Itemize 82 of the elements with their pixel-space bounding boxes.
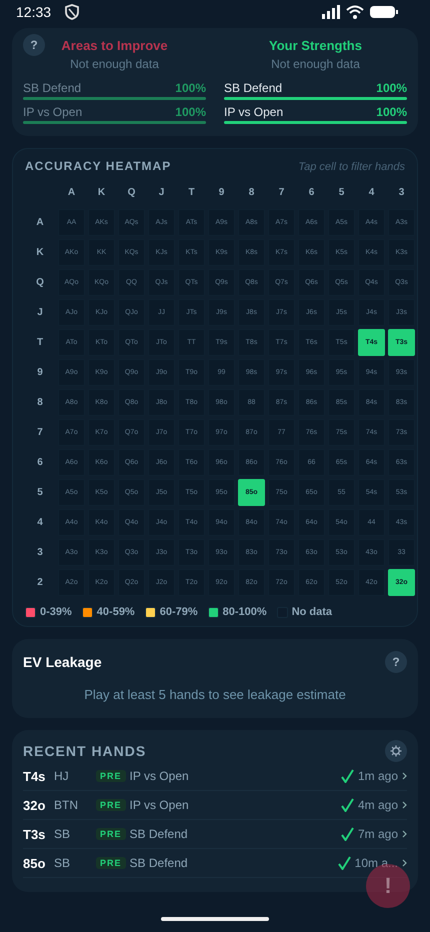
legend-label: 40-59% xyxy=(96,606,135,618)
time-label: 7m ago xyxy=(358,827,398,841)
skill-label: SB Defend xyxy=(224,81,282,95)
skill-percent: 100% xyxy=(376,105,407,119)
position-label: HJ xyxy=(54,769,70,783)
row-label: T xyxy=(36,336,44,350)
help-button[interactable]: ? xyxy=(23,34,45,56)
signal-icon xyxy=(322,5,340,19)
position-label: SB xyxy=(54,827,72,841)
hand-label: T3s xyxy=(23,826,46,842)
column-label: Q xyxy=(126,186,136,200)
help-button[interactable]: ? xyxy=(385,651,407,673)
row-label: 3 xyxy=(36,546,44,560)
skill-label: IP vs Open xyxy=(23,105,82,119)
time-label: 4m ago xyxy=(358,798,398,812)
column-label: 7 xyxy=(278,186,286,200)
spot-label: IP vs Open xyxy=(130,769,190,783)
street-tag: PRE xyxy=(96,828,126,840)
spot-label: IP vs Open xyxy=(130,798,190,812)
column-label: 6 xyxy=(308,186,316,200)
street-tag: PRE xyxy=(96,799,126,811)
chevron-icon xyxy=(402,772,407,780)
row-label: 5 xyxy=(36,486,44,500)
row-label: K xyxy=(35,246,45,260)
chevron-icon xyxy=(402,830,407,838)
hand-row[interactable]: T3s SB PRE SB Defend 7m ago xyxy=(23,820,407,849)
column-label: 3 xyxy=(398,186,406,200)
column-title: Areas to Improve xyxy=(61,38,168,53)
row-label: 2 xyxy=(36,576,44,590)
column-title: Your Strengths xyxy=(269,38,362,53)
hand-label: 85o xyxy=(23,856,46,870)
column-label: A xyxy=(66,186,76,200)
section-title: RECENT HANDS xyxy=(23,743,146,759)
battery-icon xyxy=(370,5,398,19)
legend-label: No data xyxy=(292,606,332,618)
row-label: 9 xyxy=(36,366,44,380)
skill-percent: 100% xyxy=(175,105,206,119)
skill-label: SB Defend xyxy=(23,81,82,95)
column-label: 5 xyxy=(338,186,346,200)
row-label: J xyxy=(36,306,44,320)
chevron-icon xyxy=(402,859,407,867)
spot-label: SB Defend xyxy=(130,856,189,870)
empty-message: Play at least 5 hands to see leakage estimate xyxy=(83,687,347,702)
section-title: ACCURACY HEATMAP xyxy=(25,159,172,173)
legend-label: 0-39% xyxy=(40,606,72,618)
street-tag: PRE xyxy=(96,857,126,869)
hand-row[interactable]: 32o BTN PRE IP vs Open 4m ago xyxy=(23,791,407,820)
row-label: A xyxy=(35,216,45,230)
wifi-icon xyxy=(346,5,364,19)
position-label: BTN xyxy=(54,798,79,812)
legend-label: 60-79% xyxy=(160,606,198,618)
row-label: 6 xyxy=(36,456,44,470)
settings-button[interactable] xyxy=(385,740,407,762)
hand-row[interactable]: T4s HJ PRE IP vs Open 1m ago xyxy=(23,762,407,791)
skill-percent: 100% xyxy=(175,81,206,95)
column-label: 8 xyxy=(248,186,256,200)
spot-label: SB Defend xyxy=(130,827,189,841)
skill-percent: 100% xyxy=(376,81,407,95)
column-label: 9 xyxy=(218,186,226,200)
hint-text: Tap cell to filter hands xyxy=(298,161,405,173)
shield-icon xyxy=(65,4,80,20)
hand-label: 32o xyxy=(23,798,46,812)
row-label: Q xyxy=(35,276,45,290)
row-label: 7 xyxy=(36,426,44,440)
column-label: J xyxy=(158,186,166,200)
status-time: 12:33 xyxy=(16,4,52,20)
chevron-icon xyxy=(402,801,407,809)
street-tag: PRE xyxy=(96,770,126,782)
column-label: 4 xyxy=(368,186,376,200)
legend-label: 80-100% xyxy=(222,606,267,618)
time-label: 1m ago xyxy=(358,769,398,783)
column-label: K xyxy=(96,186,106,200)
empty-note: Not enough data xyxy=(69,57,160,71)
column-label: T xyxy=(187,186,196,200)
row-label: 8 xyxy=(36,396,44,410)
hand-label: T4s xyxy=(23,768,46,784)
gear-icon xyxy=(390,745,402,757)
row-label: 4 xyxy=(36,516,44,530)
empty-note: Not enough data xyxy=(270,57,361,71)
section-title: EV Leakage xyxy=(23,654,102,670)
position-label: SB xyxy=(54,856,72,870)
skill-label: IP vs Open xyxy=(224,105,284,119)
